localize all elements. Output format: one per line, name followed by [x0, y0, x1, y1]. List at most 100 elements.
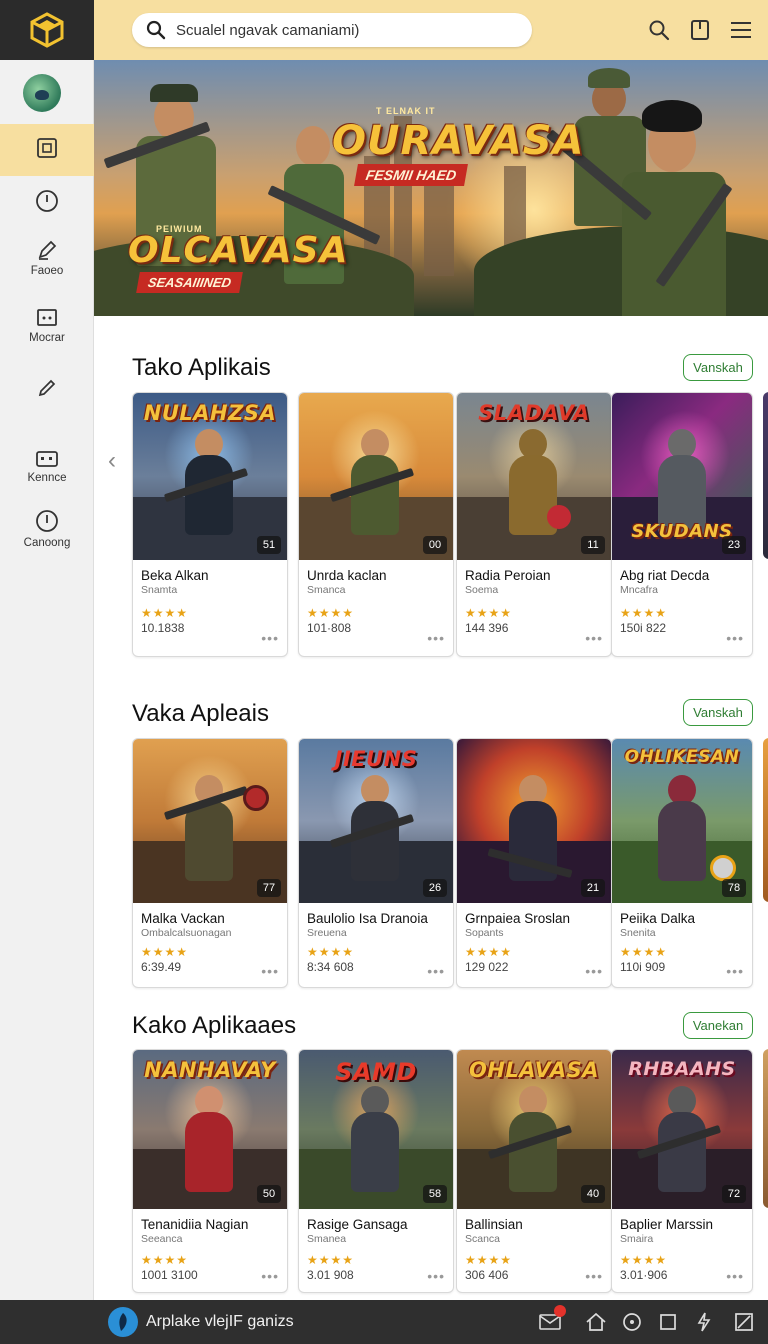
square-icon[interactable]: [656, 1310, 680, 1334]
app-name: Abg riat Decda: [620, 568, 710, 583]
app-name: Malka Vackan: [141, 911, 225, 926]
sidebar-item-canoong[interactable]: Canoong: [0, 506, 94, 552]
menu-icon[interactable]: [727, 16, 755, 44]
app-card[interactable]: 77 Malka Vackan Ombalcalsuonagan ★★★★ 6:…: [132, 738, 288, 988]
app-card[interactable]: OHLIKESAN 78 Peiika Dalka Snenita ★★★★ 1…: [611, 738, 753, 988]
app-badge: 26: [423, 879, 447, 897]
see-all-button[interactable]: Vanskah: [683, 699, 753, 726]
more-options-icon[interactable]: •••: [726, 963, 744, 979]
rating-stars-icon: ★★★★: [307, 1253, 355, 1267]
bolt-icon[interactable]: [692, 1310, 716, 1334]
home-icon[interactable]: [584, 1310, 608, 1334]
sidebar-item-kennce[interactable]: Kennce: [0, 444, 94, 490]
app-card[interactable]: OHLAVASA 40 Ballinsian Scanca ★★★★ 306 4…: [456, 1049, 612, 1293]
sidebar-item-mocrar[interactable]: Mocrar: [0, 302, 94, 350]
rating-stars-icon: ★★★★: [141, 945, 189, 959]
more-options-icon[interactable]: •••: [261, 630, 279, 646]
clock-icon: [36, 190, 58, 212]
more-options-icon[interactable]: •••: [427, 1268, 445, 1284]
bookmark-icon[interactable]: [686, 16, 714, 44]
more-options-icon[interactable]: •••: [585, 963, 603, 979]
app-logo[interactable]: [0, 0, 94, 60]
sidebar-item-edit[interactable]: [0, 370, 94, 410]
more-options-icon[interactable]: •••: [585, 1268, 603, 1284]
search-input[interactable]: [176, 21, 506, 39]
app-badge: 72: [722, 1185, 746, 1203]
info-icon: [36, 510, 58, 532]
search-bar[interactable]: [132, 13, 532, 47]
app-title-art: SAMD: [335, 1058, 417, 1086]
next-card-peek[interactable]: [763, 392, 768, 559]
see-all-button[interactable]: Vanekan: [683, 1012, 753, 1039]
taskbar-app[interactable]: Arplake vlejIF ganizs: [108, 1307, 294, 1337]
more-options-icon[interactable]: •••: [427, 963, 445, 979]
more-options-icon[interactable]: •••: [726, 630, 744, 646]
app-thumbnail: SAMD 58: [299, 1050, 453, 1209]
app-name: Baplier Marssin: [620, 1217, 714, 1232]
app-card[interactable]: RHBAAHS 72 Baplier Marssin Smaira ★★★★ 3…: [611, 1049, 753, 1293]
image-icon: [37, 309, 57, 326]
window-icon[interactable]: [732, 1310, 756, 1334]
see-all-button[interactable]: Vanskah: [683, 354, 753, 381]
app-name: Grnpaiea Sroslan: [465, 911, 571, 926]
app-badge: 51: [257, 536, 281, 554]
more-options-icon[interactable]: •••: [427, 630, 445, 646]
app-card[interactable]: JIEUNS 26 Baulolio Isa Dranoia Sreuena ★…: [298, 738, 454, 988]
search-icon: [146, 20, 166, 40]
app-category: Seeanca: [141, 1233, 183, 1245]
next-card-peek[interactable]: [763, 1049, 768, 1208]
search-icon[interactable]: [645, 16, 673, 44]
taskbar-app-label: Arplake vlejIF ganizs: [146, 1313, 294, 1330]
pencil-icon: [38, 379, 56, 397]
hero-subtitle-left: SEASAIIINED: [136, 272, 243, 293]
app-thumbnail: 77: [133, 739, 287, 903]
app-card[interactable]: SAMD 58 Rasige Gansaga Smanea ★★★★ 3.01 …: [298, 1049, 454, 1293]
hero-banner[interactable]: T ELNAK IT OURAVASA FESMII HAED PEIWIUM …: [94, 60, 768, 316]
more-options-icon[interactable]: •••: [261, 963, 279, 979]
section-title: Vaka Apleais: [132, 700, 269, 727]
sidebar-item-history[interactable]: [0, 180, 94, 226]
app-badge: 40: [581, 1185, 605, 1203]
app-card[interactable]: 21 Grnpaiea Sroslan Sopants ★★★★ 129 022…: [456, 738, 612, 988]
app-name: Ballinsian: [465, 1217, 523, 1232]
app-name: Radia Peroian: [465, 568, 551, 583]
app-card[interactable]: SKUDANS 23 Abg riat Decda Mncafra ★★★★ 1…: [611, 392, 753, 657]
app-title-art: NULAHZSA: [143, 401, 277, 425]
app-card[interactable]: 00 Unrda kaclan Smanca ★★★★ 101·808 •••: [298, 392, 454, 657]
hero-title-main: OURAVASA: [332, 118, 585, 164]
more-options-icon[interactable]: •••: [585, 630, 603, 646]
more-options-icon[interactable]: •••: [261, 1268, 279, 1284]
app-card[interactable]: SLADAVA 11 Radia Peroian Soema ★★★★ 144 …: [456, 392, 612, 657]
sidebar-item-home[interactable]: [0, 124, 94, 176]
circle-icon[interactable]: [620, 1310, 644, 1334]
app-name: Tenanidiia Nagian: [141, 1217, 249, 1232]
app-badge: 21: [581, 879, 605, 897]
rating-stars-icon: ★★★★: [465, 606, 513, 620]
app-thumbnail: 21: [457, 739, 611, 903]
more-options-icon[interactable]: •••: [726, 1268, 744, 1284]
next-card-peek[interactable]: [763, 738, 768, 902]
app-downloads: 129 022: [465, 960, 509, 974]
section-title: Tako Aplikais: [132, 354, 271, 381]
app-downloads: 10.1838: [141, 621, 185, 635]
app-thumbnail: OHLIKESAN 78: [612, 739, 752, 903]
mail-icon[interactable]: [538, 1305, 566, 1334]
app-badge: 50: [257, 1185, 281, 1203]
app-category: Smaira: [620, 1233, 654, 1245]
app-downloads: 1001 3100: [141, 1268, 198, 1282]
app-card[interactable]: NULAHZSA 51 Beka Alkan Snamta ★★★★ 10.18…: [132, 392, 288, 657]
hero-title-left: OLCAVASA: [128, 230, 349, 271]
app-thumbnail: SLADAVA 11: [457, 393, 611, 560]
taskbar: Arplake vlejIF ganizs: [0, 1300, 768, 1344]
app-thumbnail: OHLAVASA 40: [457, 1050, 611, 1209]
notification-badge: [554, 1305, 566, 1317]
app-card[interactable]: NANHAVAY 50 Tenanidiia Nagian Seeanca ★★…: [132, 1049, 288, 1293]
chevron-left-icon[interactable]: ‹: [102, 447, 122, 474]
rating-stars-icon: ★★★★: [620, 1253, 668, 1267]
avatar[interactable]: [23, 74, 61, 112]
app-thumbnail: NULAHZSA 51: [133, 393, 287, 560]
sidebar-item-label: Kennce: [27, 472, 67, 484]
sidebar-item-faoeo[interactable]: Faoeo: [0, 234, 94, 282]
rating-stars-icon: ★★★★: [620, 606, 668, 620]
rating-stars-icon: ★★★★: [141, 1253, 189, 1267]
